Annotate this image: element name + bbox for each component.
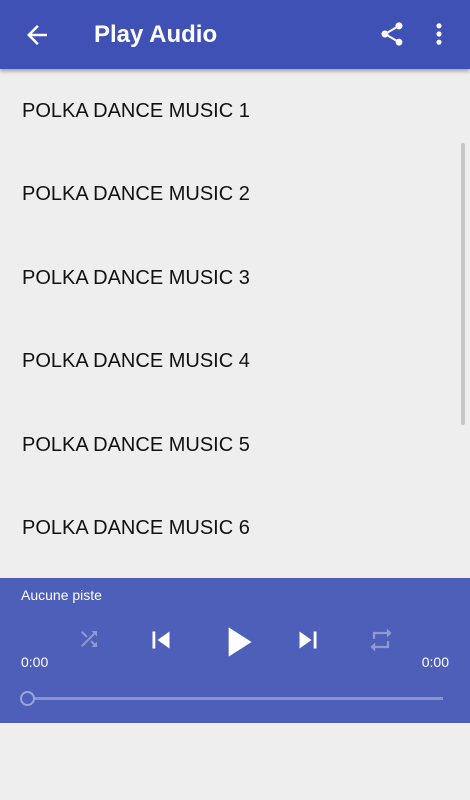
elapsed-time: 0:00 <box>21 654 49 670</box>
list-item[interactable]: POLKA DANCE MUSIC 6 <box>0 486 460 569</box>
page-title: Play Audio <box>94 21 218 48</box>
total-time: 0:00 <box>421 654 449 670</box>
track-title: POLKA DANCE MUSIC 5 <box>22 434 250 456</box>
audio-player: Aucune piste 0:00 0:00 <box>0 578 470 723</box>
shuffle-icon[interactable] <box>77 627 101 651</box>
track-list: POLKA DANCE MUSIC 1 POLKA DANCE MUSIC 2 … <box>0 69 470 578</box>
scrollbar[interactable] <box>461 143 465 425</box>
list-item[interactable]: POLKA DANCE MUSIC 2 <box>0 152 460 235</box>
list-item[interactable]: POLKA DANCE MUSIC 5 <box>0 403 460 486</box>
skip-next-icon[interactable] <box>291 623 325 657</box>
play-icon[interactable] <box>212 617 262 667</box>
seek-bar[interactable] <box>27 697 443 700</box>
list-item[interactable]: POLKA DANCE MUSIC 1 <box>0 69 460 152</box>
share-icon[interactable] <box>378 20 406 48</box>
list-item[interactable]: POLKA DANCE MUSIC 4 <box>0 319 460 402</box>
track-title: POLKA DANCE MUSIC 1 <box>22 100 250 122</box>
track-title: POLKA DANCE MUSIC 6 <box>22 517 250 539</box>
more-vert-icon[interactable] <box>430 20 448 48</box>
track-title: POLKA DANCE MUSIC 2 <box>22 183 250 205</box>
now-playing-label: Aucune piste <box>21 587 102 603</box>
track-title: POLKA DANCE MUSIC 3 <box>22 267 250 289</box>
seek-thumb[interactable] <box>20 691 35 706</box>
arrow-back-icon[interactable] <box>22 20 52 50</box>
skip-previous-icon[interactable] <box>144 623 178 657</box>
list-item[interactable]: POLKA DANCE MUSIC 3 <box>0 236 460 319</box>
repeat-icon[interactable] <box>367 626 395 654</box>
track-title: POLKA DANCE MUSIC 4 <box>22 350 250 372</box>
app-bar: Play Audio <box>0 0 470 69</box>
